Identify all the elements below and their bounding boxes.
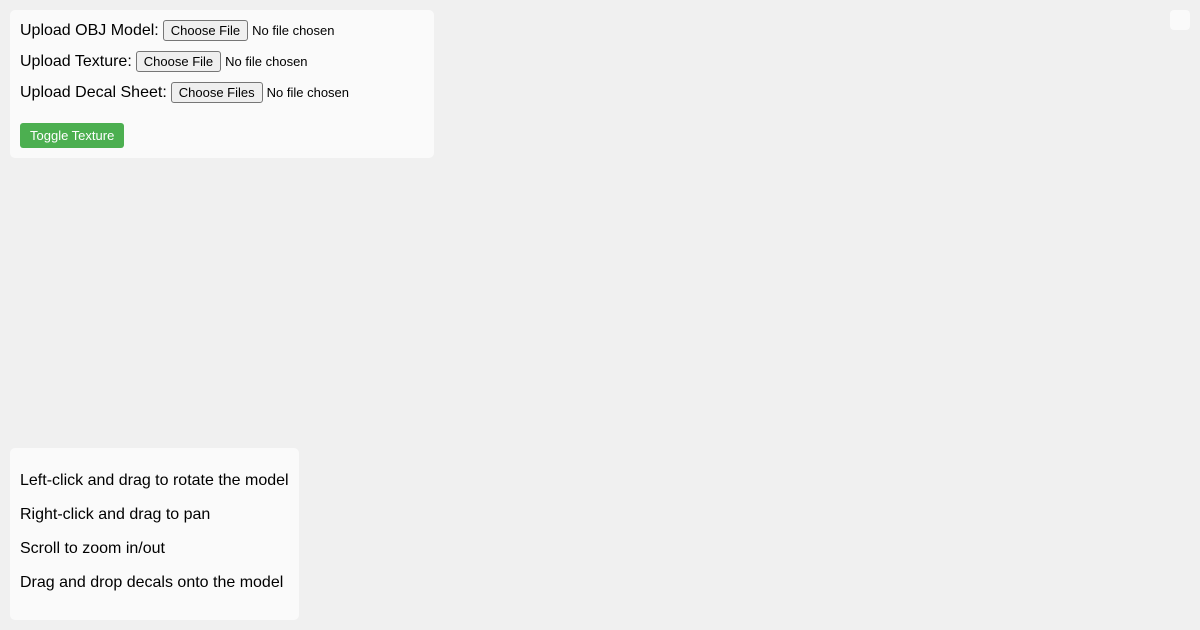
decal-sheet-label: Upload Decal Sheet:: [20, 83, 167, 101]
decal-sheet-file-status: No file chosen: [266, 85, 350, 100]
obj-model-file-status: No file chosen: [252, 23, 335, 38]
obj-model-choose-file-button[interactable]: Choose File: [162, 20, 249, 41]
texture-label: Upload Texture:: [20, 52, 132, 70]
help-decal-instruction: Drag and drop decals onto the model: [20, 574, 284, 591]
upload-panel: Upload OBJ Model: Choose File No file ch…: [10, 10, 434, 158]
obj-model-label: Upload OBJ Model:: [20, 21, 159, 39]
model-viewport[interactable]: Upload OBJ Model: Choose File No file ch…: [0, 0, 1200, 630]
decal-sheet-choose-files-button[interactable]: Choose Files: [170, 82, 263, 103]
obj-model-upload-row: Upload OBJ Model: Choose File No file ch…: [20, 20, 424, 41]
texture-choose-file-button[interactable]: Choose File: [135, 51, 222, 72]
texture-upload-row: Upload Texture: Choose File No file chos…: [20, 51, 424, 72]
help-rotate-instruction: Left-click and drag to rotate the model: [20, 472, 289, 489]
decal-palette-widget[interactable]: [1170, 10, 1190, 30]
texture-file-status: No file chosen: [225, 54, 308, 69]
toggle-texture-button[interactable]: Toggle Texture: [20, 123, 125, 148]
controls-help-panel: Left-click and drag to rotate the model …: [10, 448, 299, 620]
help-zoom-instruction: Scroll to zoom in/out: [20, 540, 165, 557]
decal-sheet-upload-row: Upload Decal Sheet: Choose Files No file…: [20, 82, 424, 103]
help-pan-instruction: Right-click and drag to pan: [20, 506, 211, 523]
